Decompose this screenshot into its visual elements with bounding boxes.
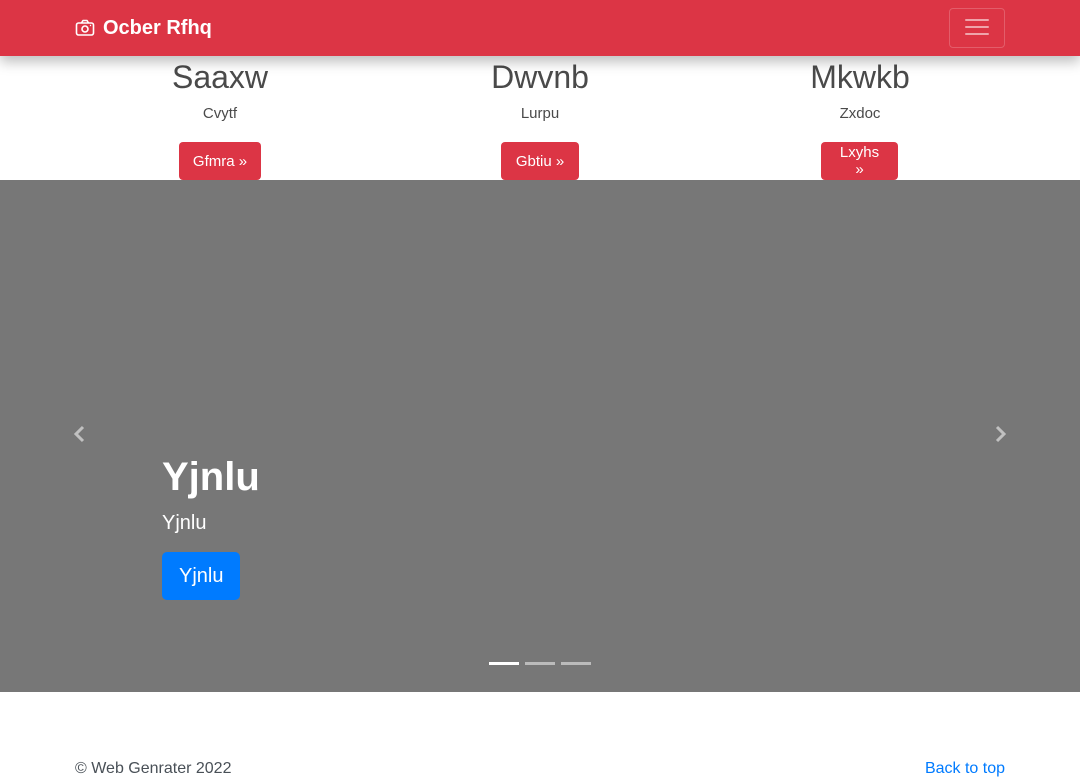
hamburger-menu-icon [962,12,992,45]
feature-button[interactable]: Lxyhs » [821,142,898,180]
feature-button[interactable]: Gbtiu » [501,142,579,180]
copyright-text: © Web Genrater 2022 [75,760,232,777]
feature-text: Lurpu [520,105,560,122]
carousel-text: Yjnlu [162,512,207,534]
carousel-indicator-3[interactable] [561,662,591,665]
carousel-indicators [0,662,1080,665]
feature-button[interactable]: Gfmra » [179,142,261,180]
carousel-cta-button[interactable]: Yjnlu [162,552,241,600]
feature-heading: Saaxw [171,59,269,95]
footer: © Web Genrater 2022 Back to top [0,692,1080,780]
brand-title: Ocber Rfhq [103,16,212,39]
feature-heading: Mkwkb [810,59,910,95]
chevron-right-icon [990,424,1010,449]
carousel-prev-control[interactable] [0,180,160,692]
carousel: Yjnlu Yjnlu Yjnlu [0,180,1080,692]
features-section: Saaxw Cvytf Gfmra » Dwvnb Lurpu Gbtiu » … [0,56,1080,180]
carousel-caption: Yjnlu Yjnlu Yjnlu [162,452,260,600]
brand-link[interactable]: Ocber Rfhq [75,0,212,56]
chevron-left-icon [70,424,90,449]
navbar: Ocber Rfhq [0,0,1080,56]
carousel-next-control[interactable] [920,180,1080,692]
feature-heading: Dwvnb [491,59,589,95]
navbar-toggler-button[interactable] [949,8,1005,48]
feature-text: Zxdoc [839,105,881,122]
carousel-heading: Yjnlu [162,455,260,499]
back-to-top-link[interactable]: Back to top [925,759,1005,779]
carousel-indicator-2[interactable] [525,662,555,665]
carousel-indicator-1[interactable] [489,662,519,665]
camera-icon [75,18,95,38]
feature-text: Cvytf [202,105,238,122]
